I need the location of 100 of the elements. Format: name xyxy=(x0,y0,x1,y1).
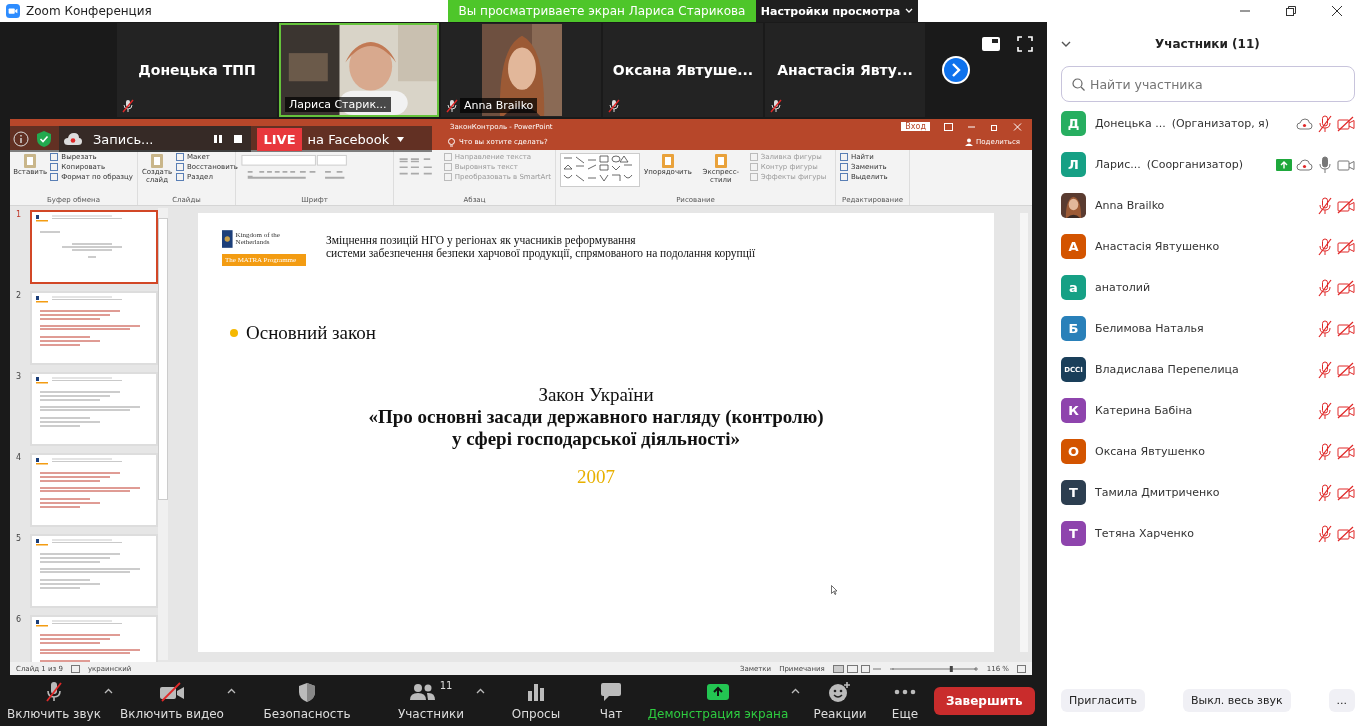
participant-name: Anna Brailko xyxy=(1095,199,1165,212)
end-meeting-button[interactable]: Завершить xyxy=(934,686,1035,715)
sharing-banner: Вы просматриваете экран Лариса Старикова xyxy=(448,0,756,22)
close-icon[interactable] xyxy=(1331,5,1343,17)
bar-chart-icon xyxy=(527,683,545,701)
pause-icon[interactable] xyxy=(213,134,224,144)
collapse-icon[interactable] xyxy=(1061,40,1071,48)
next-page-icon[interactable] xyxy=(941,55,971,85)
toolbar-button[interactable]: Включить видео xyxy=(117,680,227,721)
caret-icon[interactable] xyxy=(104,688,113,694)
info-icon[interactable] xyxy=(13,131,29,147)
participant-role: (Соорганизатор) xyxy=(1146,158,1243,171)
panel-button[interactable]: ... xyxy=(1328,689,1355,712)
toolbar-button[interactable]: Опросы xyxy=(501,680,571,721)
caret-icon xyxy=(905,8,914,14)
toolbar-button[interactable]: Реакции xyxy=(810,680,870,721)
fit-slide-icon[interactable] xyxy=(1017,664,1026,673)
law-name: у сфері господарської діяльності» xyxy=(452,427,740,450)
participant-name: Тетяна Харченко xyxy=(1095,527,1195,540)
sign-in-button[interactable]: Вход xyxy=(901,122,930,131)
avatar: А xyxy=(1061,234,1086,259)
participant-name: Лариса Старик... xyxy=(285,97,391,112)
cursor-icon xyxy=(831,585,838,595)
caret-icon[interactable] xyxy=(227,688,236,694)
live-destination-dropdown[interactable]: на Facebook xyxy=(307,131,405,147)
restore-icon[interactable] xyxy=(1285,5,1297,17)
participant-name: Донецька ... xyxy=(1095,117,1166,130)
avatar: а xyxy=(1061,275,1086,300)
slide-number: 6 xyxy=(16,615,22,624)
ribbon-command-icon xyxy=(22,153,39,169)
caret-icon[interactable] xyxy=(791,688,800,694)
cloud-record-icon xyxy=(63,132,83,146)
law-name: «Про основні засади державного нагляду (контролю) xyxy=(368,406,824,428)
participant-name: Оксана Явтуше... xyxy=(612,62,754,78)
toolbar-button[interactable]: Безопасность xyxy=(252,680,362,721)
participant-name: Катерина Бабіна xyxy=(1095,404,1193,417)
chat-icon xyxy=(600,682,622,702)
zoom-slider[interactable] xyxy=(888,664,979,673)
slide-number: 4 xyxy=(16,453,22,462)
view-options-button[interactable]: Настройки просмотра xyxy=(756,0,918,22)
live-badge: LIVE xyxy=(257,127,302,151)
avatar: Д xyxy=(1061,111,1086,136)
fullscreen-icon[interactable] xyxy=(1017,36,1033,52)
share-screen-icon xyxy=(706,683,730,701)
spellcheck-icon xyxy=(70,664,80,673)
ribbon-command-icon xyxy=(659,153,676,169)
restore-icon[interactable] xyxy=(990,122,999,131)
law-title: Закон України xyxy=(538,384,654,406)
ribbon-options-icon[interactable] xyxy=(944,122,953,131)
slide-header: Зміцнення позицій НГО у регіонах як учасників реформування xyxy=(326,234,637,248)
bullet-icon xyxy=(230,329,238,337)
smiley-icon xyxy=(828,681,852,703)
slide-header: системи забезпечення безпеки харчової продукції, спрямованого на подолання корупції xyxy=(326,247,756,261)
ribbon-command-icon xyxy=(712,153,729,169)
slide-number: 1 xyxy=(16,210,22,219)
participant-count: 11 xyxy=(439,680,453,691)
layout-icon[interactable] xyxy=(981,36,1001,52)
person-icon xyxy=(965,138,973,146)
more-icon xyxy=(894,689,916,695)
participant-name: Ларис... xyxy=(1095,158,1141,171)
toolbar-button[interactable]: 11 Участники xyxy=(386,680,476,721)
participant-name: Оксана Явтушенко xyxy=(1095,445,1205,458)
toolbar-button[interactable]: Демонстрация экрана xyxy=(645,680,791,721)
ribbon-command-icon xyxy=(149,153,165,169)
avatar: Т xyxy=(1061,521,1086,546)
shield-icon[interactable] xyxy=(35,130,53,148)
shield-icon xyxy=(298,681,316,703)
participant-name: Anna Brailko xyxy=(460,98,538,113)
stop-icon[interactable] xyxy=(233,134,244,144)
recording-status: Запись... xyxy=(93,131,154,147)
camera-off-icon xyxy=(159,682,185,702)
slide-number: 3 xyxy=(16,372,22,381)
crest-icon xyxy=(222,229,233,249)
slide-thumbnail[interactable] xyxy=(30,210,158,284)
avatar: Л xyxy=(1061,152,1086,177)
participant-name: Тамила Дмитриченко xyxy=(1095,486,1220,499)
slide-number: 5 xyxy=(16,534,22,543)
muted-mic-icon xyxy=(44,681,64,703)
panel-title: Участники (11) xyxy=(1155,37,1260,51)
toolbar-button[interactable]: Еще xyxy=(880,680,930,721)
participant-name: Владислава Перепелица xyxy=(1095,363,1239,376)
avatar: Т xyxy=(1061,480,1086,505)
caret-icon[interactable] xyxy=(476,688,485,694)
toolbar-button[interactable]: Чат xyxy=(581,680,641,721)
panel-button[interactable]: Пригласить xyxy=(1061,689,1146,712)
search-field[interactable]: Найти участника xyxy=(1061,66,1355,102)
panel-button[interactable]: Выкл. весь звук xyxy=(1182,689,1291,712)
participant-role: (Организатор, я) xyxy=(1171,117,1270,130)
bullet-text: Основний закон xyxy=(246,322,376,344)
zoom-logo-icon xyxy=(6,4,20,18)
participant-name: Анастасія Явтушенко xyxy=(1095,240,1220,253)
toolbar-button[interactable]: Включить звук xyxy=(4,680,104,721)
participant-name: анатолий xyxy=(1095,281,1151,294)
participant-name: Белимова Наталья xyxy=(1095,322,1204,335)
law-year: 2007 xyxy=(577,465,615,488)
avatar: К xyxy=(1061,398,1086,423)
lightbulb-icon xyxy=(448,137,455,147)
avatar: О xyxy=(1061,439,1086,464)
view-modes-icon[interactable] xyxy=(832,664,881,673)
scrollbar[interactable] xyxy=(158,208,168,660)
